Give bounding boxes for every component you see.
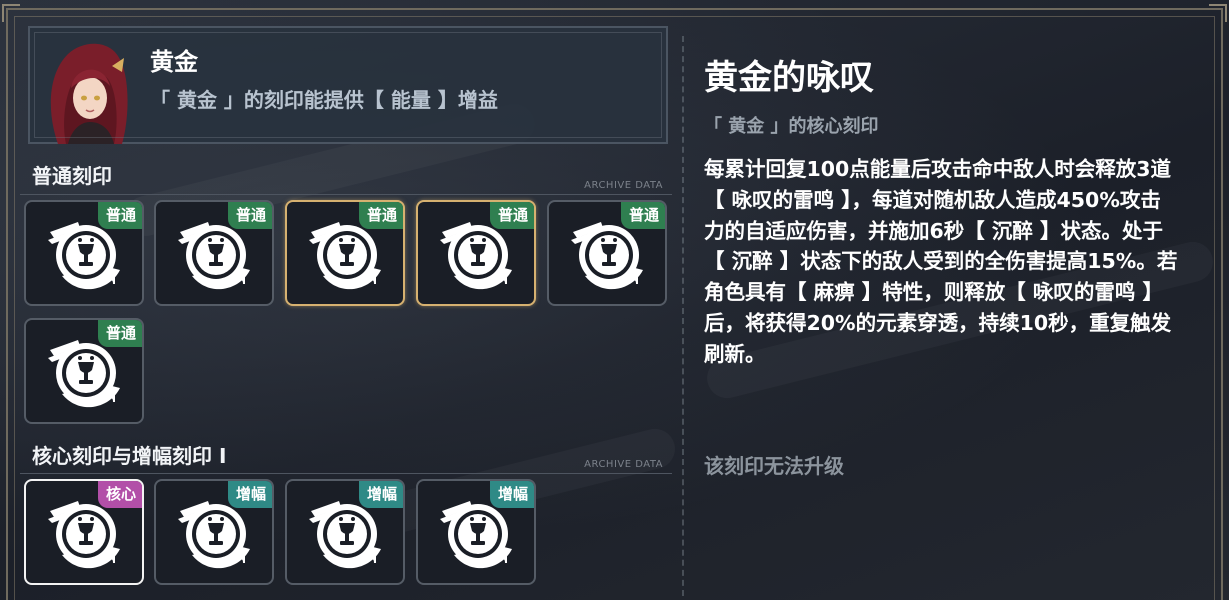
imprint-detail-title: 黄金的咏叹 (704, 58, 874, 98)
section-title-normal: 普通刻印 (32, 164, 112, 188)
normal-imprint-tile-4[interactable]: 普通 (416, 200, 536, 306)
character-bonus-description: 「 黄金 」的刻印能提供【 能量 】增益 (150, 88, 498, 112)
section-divider (20, 473, 672, 474)
imprint-rarity-badge: 普通 (358, 202, 403, 229)
core-imprint-tile-3[interactable]: 增幅 (285, 479, 405, 585)
core-imprint-tile-4[interactable]: 增幅 (416, 479, 536, 585)
imprint-rarity-badge: 普通 (227, 202, 272, 229)
core-imprint-tile-2[interactable]: 增幅 (154, 479, 274, 585)
imprint-rarity-badge: 普通 (620, 202, 665, 229)
normal-imprint-tile-3[interactable]: 普通 (285, 200, 405, 306)
upgrade-status-note: 该刻印无法升级 (704, 454, 844, 478)
archive-data-tag: ARCHIVE DATA (584, 459, 663, 470)
section-title-core: 核心刻印与增幅刻印 I (32, 444, 227, 468)
normal-imprint-tile-5[interactable]: 普通 (547, 200, 667, 306)
character-portrait (38, 36, 138, 144)
imprint-rarity-badge: 增幅 (227, 481, 272, 508)
imprint-rarity-badge: 核心 (97, 481, 142, 508)
normal-imprint-tile-1[interactable]: 普通 (24, 200, 144, 306)
archive-data-tag: ARCHIVE DATA (584, 180, 663, 191)
imprint-detail-subtitle: 「 黄金 」的核心刻印 (704, 116, 879, 137)
imprint-header-card: 黄金 「 黄金 」的刻印能提供【 能量 】增益 (28, 26, 668, 144)
imprint-rarity-badge: 增幅 (358, 481, 403, 508)
imprint-detail-description: 每累计回复100点能量后攻击命中敌人时会释放3道【 咏叹的雷鸣 】，每道对随机敌… (704, 157, 1178, 366)
normal-imprint-tile-6[interactable]: 普通 (24, 318, 144, 424)
normal-imprint-tile-2[interactable]: 普通 (154, 200, 274, 306)
character-name: 黄金 (150, 48, 198, 76)
frame-corner-ornament (2, 4, 20, 22)
section-divider (20, 194, 672, 195)
imprint-rarity-badge: 普通 (489, 202, 534, 229)
panel-divider (682, 36, 684, 596)
core-imprint-tile-1[interactable]: 核心 (24, 479, 144, 585)
imprint-rarity-badge: 增幅 (489, 481, 534, 508)
frame-corner-ornament (1209, 4, 1227, 22)
imprint-rarity-badge: 普通 (97, 320, 142, 347)
imprint-rarity-badge: 普通 (97, 202, 142, 229)
